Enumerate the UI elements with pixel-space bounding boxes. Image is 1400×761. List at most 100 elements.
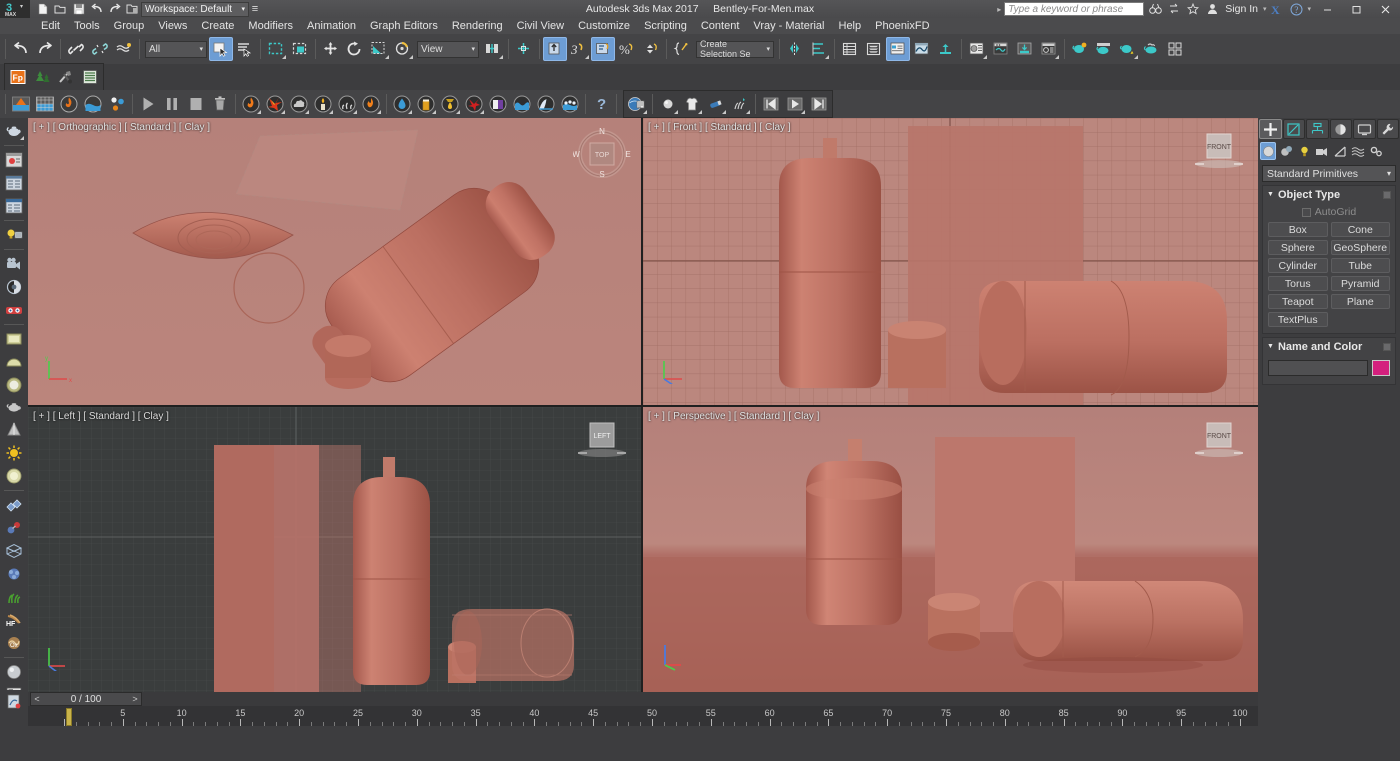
material-sphere-icon[interactable]: [2, 661, 26, 683]
named-selection-sets-dropdown[interactable]: Create Selection Se ▾: [696, 41, 774, 58]
honey-preset-icon[interactable]: [438, 92, 462, 116]
viewcube-perspective[interactable]: FRONT: [1190, 415, 1248, 467]
selection-filter-dropdown[interactable]: All ▾: [145, 41, 207, 58]
render-window-icon[interactable]: [2, 149, 26, 171]
curve-editor-icon[interactable]: [910, 37, 934, 61]
autogrid-row[interactable]: AutoGrid: [1268, 206, 1390, 218]
hair-farm-icon[interactable]: HF: [2, 609, 26, 631]
viewport-front-label[interactable]: [ + ] [ Front ] [ Standard ] [ Clay ]: [648, 122, 791, 133]
current-frame-field[interactable]: < 0 / 100 >: [30, 692, 142, 706]
shapes-category[interactable]: [1278, 142, 1294, 160]
steam-preset-icon[interactable]: [335, 92, 359, 116]
chevron-down-icon[interactable]: ▾: [1307, 5, 1311, 13]
select-and-move-icon[interactable]: [319, 37, 343, 61]
save-file-icon[interactable]: [70, 1, 87, 17]
vray-cloth-icon[interactable]: [680, 92, 704, 116]
menu-vray-material[interactable]: Vray - Material: [746, 18, 831, 34]
phoenixfd-logo-icon[interactable]: Fp: [6, 65, 30, 89]
viewport-left-label[interactable]: [ + ] [ Left ] [ Standard ] [ Clay ]: [33, 411, 169, 422]
exchange-icon[interactable]: [1166, 2, 1182, 17]
cone-button[interactable]: Cone: [1331, 222, 1391, 237]
snap-spinner-icon[interactable]: [639, 37, 663, 61]
fire-smoke-sim-icon[interactable]: [57, 92, 81, 116]
new-file-icon[interactable]: [34, 1, 51, 17]
display-tab[interactable]: [1353, 119, 1376, 139]
help-question-icon[interactable]: ?: [1288, 2, 1304, 17]
viewport-perspective-label[interactable]: [ + ] [ Perspective ] [ Standard ] [ Cla…: [648, 411, 819, 422]
close-button[interactable]: [1372, 0, 1398, 18]
motion-tab[interactable]: [1330, 119, 1353, 139]
pyramid-button[interactable]: Pyramid: [1331, 276, 1391, 291]
splash-preset-icon[interactable]: [390, 92, 414, 116]
object-type-header[interactable]: ▼ Object Type: [1263, 186, 1395, 203]
angle-snap-toggle-icon[interactable]: 3: [567, 37, 591, 61]
rectangular-selection-region-icon[interactable]: [264, 37, 288, 61]
hierarchy-tab[interactable]: [1306, 119, 1329, 139]
goto-end-icon[interactable]: [807, 92, 831, 116]
surf-preset-icon[interactable]: [534, 92, 558, 116]
torus-button[interactable]: Torus: [1268, 276, 1328, 291]
menu-scripting[interactable]: Scripting: [637, 18, 694, 34]
ocean-preset-icon[interactable]: [510, 92, 534, 116]
properties-list-icon[interactable]: [2, 172, 26, 194]
plane-button[interactable]: Plane: [1331, 294, 1391, 309]
favorites-star-icon[interactable]: [1185, 2, 1201, 17]
layer-explorer-icon[interactable]: [838, 37, 862, 61]
percent-snap-toggle-icon[interactable]: [591, 37, 615, 61]
flame-preset-icon[interactable]: [359, 92, 383, 116]
smoke-preset-icon[interactable]: [287, 92, 311, 116]
vray-frame-buffer-icon[interactable]: [625, 92, 649, 116]
tube-button[interactable]: Tube: [1331, 258, 1391, 273]
menu-content[interactable]: Content: [694, 18, 747, 34]
time-ruler[interactable]: 5101520253035404550556065707580859095100: [28, 706, 1258, 726]
candle-preset-icon[interactable]: [311, 92, 335, 116]
redo-icon[interactable]: [106, 1, 123, 17]
undo-icon[interactable]: [88, 1, 105, 17]
teapot-button[interactable]: Teapot: [1268, 294, 1328, 309]
open-mini-curve-editor-icon[interactable]: [2, 690, 26, 714]
render-production-icon[interactable]: [1037, 37, 1061, 61]
viewcube-orthographic[interactable]: TOP N S W E: [573, 126, 631, 178]
explosion-preset-icon[interactable]: [263, 92, 287, 116]
prev-frame-arrow-icon[interactable]: <: [31, 693, 43, 705]
vray-clipper-icon[interactable]: [2, 540, 26, 562]
mirror-icon[interactable]: [783, 37, 807, 61]
window-crossing-icon[interactable]: [288, 37, 312, 61]
select-and-rotate-icon[interactable]: [343, 37, 367, 61]
vray-light-icon[interactable]: [704, 92, 728, 116]
phoenix-source-icon[interactable]: [9, 92, 33, 116]
cameras-category[interactable]: [1314, 142, 1330, 160]
vr-camera-icon[interactable]: [2, 299, 26, 321]
edit-named-selection-sets-icon[interactable]: [670, 37, 694, 61]
viewport-orthographic[interactable]: [ + ] [ Orthographic ] [ Standard ] [ Cl…: [28, 118, 641, 405]
phoenix-grid-icon[interactable]: [33, 92, 57, 116]
search-binoculars-icon[interactable]: [1147, 2, 1163, 17]
fire-preset-icon[interactable]: [239, 92, 263, 116]
viewcube-left[interactable]: LEFT: [573, 415, 631, 467]
start-simulation-icon[interactable]: [136, 92, 160, 116]
forest-pack-icon[interactable]: [30, 65, 54, 89]
cylinder-button[interactable]: Cylinder: [1268, 258, 1328, 273]
next-frame-arrow-icon[interactable]: >: [129, 693, 141, 705]
teapot-tool-icon[interactable]: [2, 120, 26, 142]
physical-camera-icon[interactable]: [2, 276, 26, 298]
search-expand-icon[interactable]: ▸: [997, 5, 1001, 14]
sun-light-icon[interactable]: [2, 442, 26, 464]
foam-preset-icon[interactable]: [558, 92, 582, 116]
viewport-left[interactable]: [ + ] [ Left ] [ Standard ] [ Clay ] LEF…: [28, 407, 641, 692]
name-and-color-header[interactable]: ▼ Name and Color: [1263, 338, 1395, 355]
menu-animation[interactable]: Animation: [300, 18, 363, 34]
select-object-icon[interactable]: [209, 37, 233, 61]
plane-primitive-icon[interactable]: [2, 328, 26, 350]
align-icon[interactable]: [807, 37, 831, 61]
sphere-primitive-icon[interactable]: [2, 374, 26, 396]
toggle-ribbon-icon[interactable]: [886, 37, 910, 61]
beer-preset-icon[interactable]: [414, 92, 438, 116]
render-teapot-icon[interactable]: [1068, 37, 1092, 61]
grass-icon[interactable]: [2, 586, 26, 608]
viewport-orthographic-label[interactable]: [ + ] [ Orthographic ] [ Standard ] [ Cl…: [33, 122, 210, 133]
play-anim-icon[interactable]: [783, 92, 807, 116]
menu-views[interactable]: Views: [151, 18, 194, 34]
open-file-icon[interactable]: [52, 1, 69, 17]
use-pivot-center-icon[interactable]: [481, 37, 505, 61]
